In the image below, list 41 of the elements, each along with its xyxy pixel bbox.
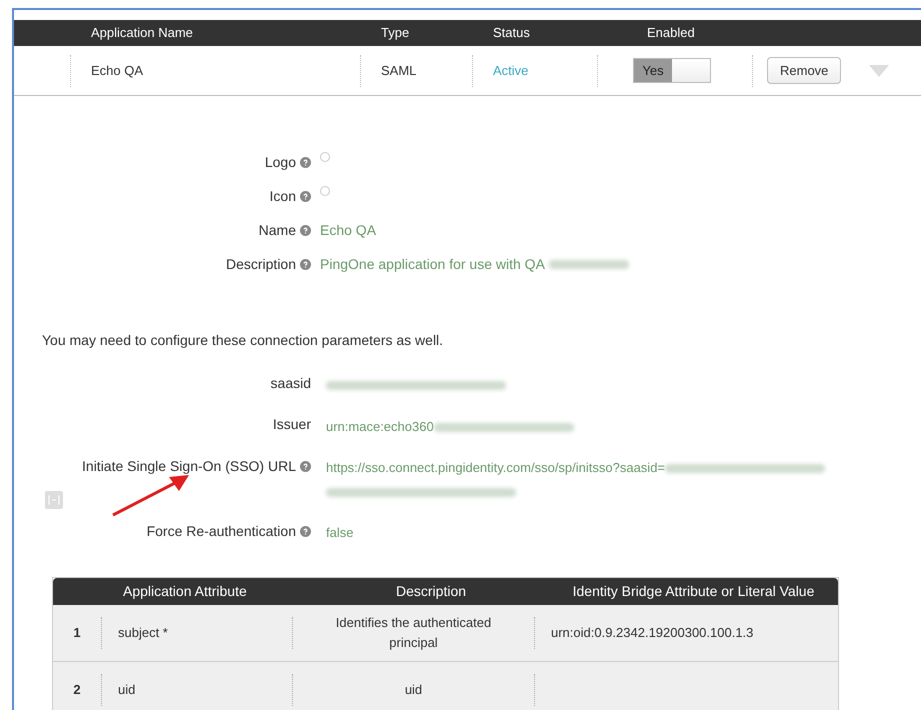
row-number: 2 <box>72 680 82 699</box>
row-number: 1 <box>72 624 82 642</box>
help-icon[interactable] <box>300 460 311 472</box>
field-label: Description <box>226 254 296 274</box>
table-cell-text: SAML <box>381 62 416 80</box>
status-text: Active <box>493 62 528 80</box>
field-label: Issuer <box>272 415 311 434</box>
column-header: Description <box>394 582 468 601</box>
help-icon[interactable] <box>300 224 311 236</box>
field-label: Name <box>258 220 296 240</box>
field-value: urn:mace:echo360 <box>326 418 434 434</box>
field-label: Logo <box>264 152 296 172</box>
help-icon[interactable] <box>300 156 311 168</box>
column-header: Application Attribute <box>122 582 248 601</box>
table-cell-text: uid <box>118 680 136 699</box>
column-header: Type <box>381 24 410 42</box>
field-value: https://sso.connect.pingidentity.com/sso/sp/initsso?saasid= <box>326 460 666 475</box>
field-value: Echo QA <box>320 220 376 240</box>
field-label: saasid <box>270 374 311 392</box>
field-value: false <box>326 525 354 540</box>
field-label: Icon <box>270 186 296 206</box>
column-header: Enabled <box>647 24 695 42</box>
radio-button[interactable] <box>320 152 330 162</box>
column-header: Application Name <box>91 24 194 42</box>
table-cell-text: uid <box>404 680 424 699</box>
help-icon[interactable] <box>300 258 311 270</box>
info-text: You may need to configure these connection parameters as well. <box>42 331 444 350</box>
field-label: Force Re-authentication <box>146 522 296 540</box>
field-value: PingOne application for use with QA <box>320 254 545 274</box>
remove-button[interactable]: Remove <box>767 57 842 84</box>
field-label: Initiate Single Sign-On (SSO) URL <box>82 456 296 476</box>
radio-button[interactable] <box>320 186 330 196</box>
table-cell-text: Echo QA <box>91 62 144 80</box>
column-header: Status <box>493 24 531 42</box>
table-cell-text: urn:oid:0.9.2342.19200300.100.1.3 <box>551 624 754 642</box>
column-header: Identity Bridge Attribute or Literal Value <box>572 582 816 601</box>
table-cell-text: Identifies the authenticated principal <box>334 614 492 652</box>
table-cell-text: subject * <box>118 624 168 642</box>
help-icon[interactable] <box>300 190 311 202</box>
help-icon[interactable] <box>300 526 311 536</box>
enabled-toggle[interactable]: Yes <box>633 58 711 83</box>
